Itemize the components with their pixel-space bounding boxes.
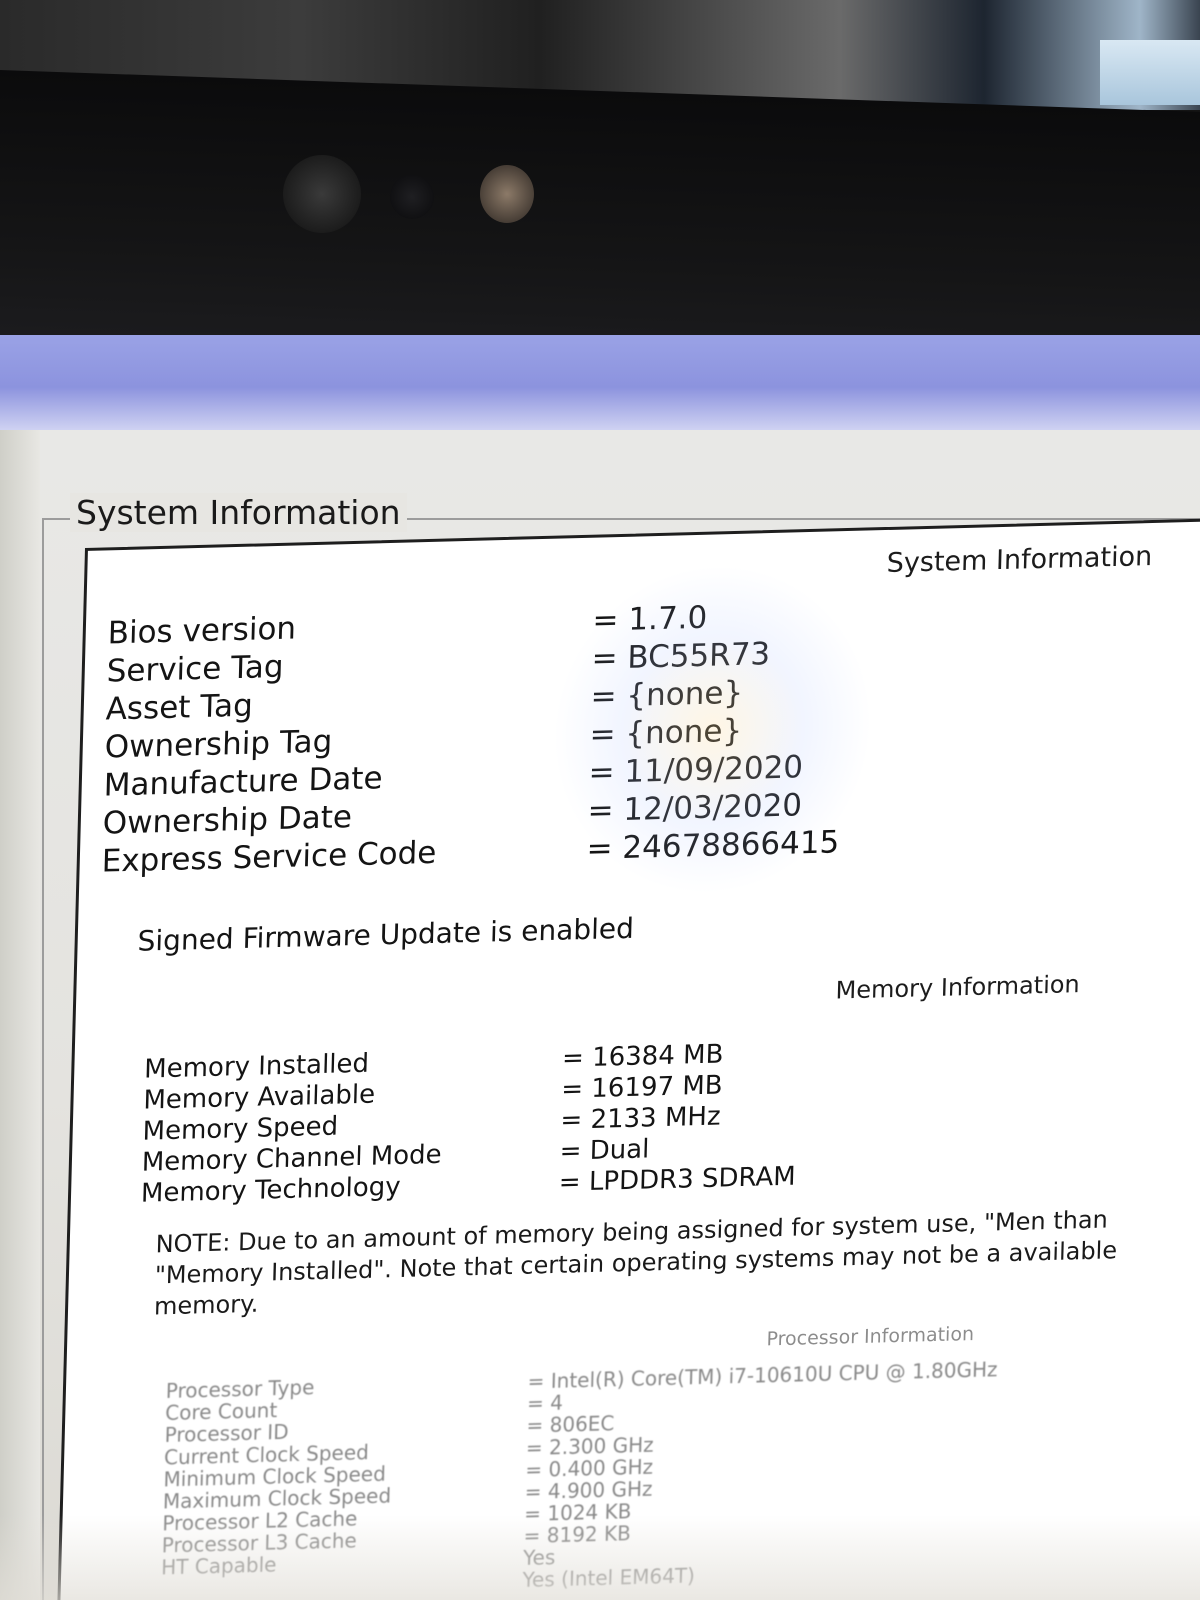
row-value: = BC55R73 (591, 636, 771, 677)
row-label: Memory Installed (143, 1048, 370, 1085)
row-value: = Dual (559, 1134, 650, 1167)
row-label: Memory Speed (142, 1111, 339, 1147)
row-value: Yes (Intel EM64T) (522, 1563, 696, 1592)
row-value: = 2133 MHz (560, 1101, 721, 1136)
system-info-row-asset-tag: Asset Tag = {none} (105, 675, 743, 729)
processor-row-core-count: Core Count = 4 (165, 1391, 563, 1425)
processor-row-ht-capable: HT Capable Yes (161, 1545, 556, 1579)
signed-firmware-status: Signed Firmware Update is enabled (137, 911, 635, 958)
row-label: HT Capable (160, 1552, 277, 1580)
row-value: = 16197 MB (560, 1070, 723, 1105)
groupbox-title: System Information (70, 493, 407, 532)
processor-row-min-clock: Minimum Clock Speed = 0.400 GHz (163, 1454, 653, 1491)
processor-row-id: Processor ID = 806EC (164, 1411, 614, 1447)
memory-row-channel-mode: Memory Channel Mode = Dual (141, 1134, 649, 1179)
row-label: Ownership Date (102, 799, 353, 842)
memory-row-technology: Memory Technology = LPDDR3 SDRAM (141, 1162, 796, 1210)
background-window (1100, 40, 1200, 105)
processor-row-l2-cache: Processor L2 Cache = 1024 KB (162, 1499, 632, 1535)
row-value: = 16384 MB (561, 1039, 724, 1074)
system-info-row-ownership-date: Ownership Date = 12/03/2020 (102, 787, 802, 844)
bios-screen: System Information System Information Bi… (0, 335, 1200, 1600)
system-info-row-express-service-code: Express Service Code = 24678866415 (101, 824, 839, 882)
system-info-row-ownership-tag: Ownership Tag = {none} (104, 713, 742, 768)
processor-row-current-clock: Current Clock Speed = 2.300 GHz (164, 1432, 654, 1469)
system-info-row-manufacture-date: Manufacture Date = 11/09/2020 (103, 749, 803, 806)
screen-side-shade (0, 430, 40, 1600)
processor-row-type: Processor Type = Intel(R) Core(TM) i7-10… (166, 1357, 998, 1403)
system-info-heading: System Information (886, 541, 1153, 580)
row-value: = 11/09/2020 (588, 749, 804, 791)
row-value: = {none} (590, 674, 744, 715)
memory-row-speed: Memory Speed = 2133 MHz (142, 1102, 721, 1148)
row-label: Ownership Tag (104, 723, 333, 766)
processor-info-list: Processor Type = Intel(R) Core(TM) i7-10… (160, 1357, 998, 1599)
row-value: = Intel(R) Core(TM) i7-10610U CPU @ 1.80… (527, 1357, 998, 1394)
processor-info-heading: Processor Information (766, 1322, 975, 1351)
row-label: Memory Available (143, 1079, 376, 1116)
system-info-row-bios: Bios version = 1.7.0 (107, 600, 707, 653)
information-panel: System Information Bios version = 1.7.0 … (56, 516, 1200, 1600)
row-label: Asset Tag (105, 687, 254, 728)
webcam-sensor-icon (283, 155, 361, 233)
memory-row-available: Memory Available = 16197 MB (143, 1070, 723, 1117)
row-value: = 8192 KB (523, 1521, 632, 1548)
row-label: Bios version (107, 610, 297, 652)
row-value: = LPDDR3 SDRAM (558, 1161, 797, 1198)
processor-row-l3-cache: Processor L3 Cache = 8192 KB (161, 1521, 631, 1557)
row-label: Express Service Code (101, 834, 437, 880)
row-value: = 12/03/2020 (587, 787, 803, 829)
screen-title-bar (0, 335, 1200, 430)
row-value: = 24678866415 (586, 824, 840, 867)
row-value: = 1.7.0 (592, 599, 708, 639)
row-label: Manufacture Date (103, 760, 384, 804)
system-info-row-service-tag: Service Tag = BC55R73 (106, 636, 770, 691)
row-label: Service Tag (106, 648, 285, 690)
row-label: Memory Technology (140, 1171, 401, 1209)
system-info-list: Bios version = 1.7.0 Service Tag = BC55R… (101, 600, 839, 882)
processor-row-max-clock: Maximum Clock Speed = 4.900 GHz (163, 1476, 653, 1513)
webcam-light-icon (480, 165, 534, 223)
memory-info-heading: Memory Information (835, 970, 1081, 1005)
row-value: = {none} (589, 712, 743, 753)
webcam-lens-icon (390, 175, 434, 219)
memory-row-installed: Memory Installed = 16384 MB (144, 1039, 724, 1086)
memory-info-list: Memory Installed = 16384 MB Memory Avail… (141, 1039, 796, 1210)
processor-row-64bit: Yes (Intel EM64T) (160, 1563, 695, 1599)
memory-note: NOTE: Due to an amount of memory being a… (153, 1205, 1118, 1321)
